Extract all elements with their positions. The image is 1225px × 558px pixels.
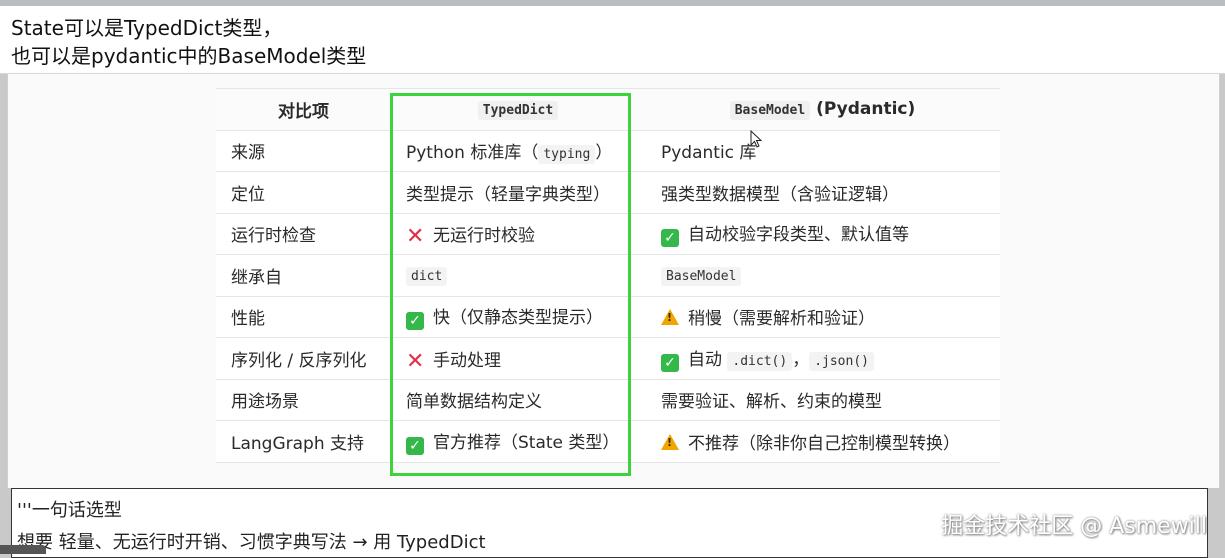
table-row: 用途场景 简单数据结构定义 需要验证、解析、约束的模型	[216, 378, 1000, 421]
cell-text: 官方推荐（State 类型）	[433, 432, 620, 453]
cell-text: 强类型数据模型（含验证逻辑）	[661, 184, 899, 205]
header-cell-item: 对比项	[216, 88, 391, 131]
cell-text: 手动处理	[433, 350, 501, 371]
basemodel-cell: Pydantic 库	[645, 129, 1000, 172]
table-row: 定位 类型提示（轻量字典类型） 强类型数据模型（含验证逻辑）	[216, 171, 1000, 214]
table-row: 来源 Python 标准库（ typing） Pydantic 库	[216, 129, 1000, 172]
cell-text: 自动	[688, 349, 722, 370]
cell-text: 需要验证、解析、约束的模型	[661, 392, 882, 413]
table-row: 运行时检查 ✕ 无运行时校验 ✓ 自动校验字段类型、默认值等	[216, 212, 1000, 255]
cell-code: typing	[538, 145, 596, 165]
cell-text: 稍慢（需要解析和验证）	[688, 309, 875, 330]
typeddict-cell: Python 标准库（ typing）	[391, 129, 645, 172]
warning-icon	[661, 309, 679, 326]
cell-text: Pydantic 库	[661, 143, 757, 164]
row-label: 序列化 / 反序列化	[216, 337, 391, 380]
cell-code: BaseModel	[661, 267, 742, 287]
basemodel-cell: 强类型数据模型（含验证逻辑）	[645, 171, 1000, 214]
table-header-row: 对比项 TypedDict BaseModel (Pydantic)	[216, 88, 1000, 131]
row-label: 性能	[216, 295, 391, 338]
typeddict-cell: 类型提示（轻量字典类型）	[391, 171, 645, 214]
mouse-cursor-icon	[750, 130, 762, 148]
table-row: 性能 ✓ 快（仅静态类型提示） 稍慢（需要解析和验证）	[216, 295, 1000, 338]
cell-text: 类型提示（轻量字典类型）	[406, 184, 610, 205]
check-icon: ✓	[661, 229, 679, 248]
comparison-table: 对比项 TypedDict BaseModel (Pydantic) 来源 Pyt…	[216, 88, 1000, 463]
header-suffix-pydantic: (Pydantic)	[810, 99, 916, 120]
header-line-1: State可以是TypedDict类型，	[11, 16, 283, 40]
check-icon: ✓	[406, 312, 424, 331]
row-label: 继承自	[216, 254, 391, 297]
cross-icon: ✕	[406, 348, 425, 374]
table-body: 来源 Python 标准库（ typing） Pydantic 库定位 类型提示（轻量字…	[216, 129, 1000, 463]
slide-header: State可以是TypedDict类型， 也可以是pydantic中的BaseM…	[0, 6, 1225, 74]
header-line-2: 也可以是pydantic中的BaseModel类型	[11, 44, 367, 68]
cell-code: dict	[406, 267, 448, 287]
row-label: 用途场景	[216, 378, 391, 421]
table-row: LangGraph 支持 ✓ 官方推荐（State 类型） 不推荐（除非你自己控制模型…	[216, 420, 1000, 463]
basemodel-cell: 需要验证、解析、约束的模型	[645, 378, 1000, 421]
cell-text: 快（仅静态类型提示）	[433, 308, 603, 329]
header-code-typeddict: TypedDict	[477, 101, 559, 121]
table-row: 序列化 / 反序列化 ✕ 手动处理 ✓ 自动 .dict()， .json()	[216, 337, 1000, 380]
header-cell-basemodel: BaseModel (Pydantic)	[645, 88, 1000, 131]
cell-text: 简单数据结构定义	[406, 392, 542, 413]
note-line-1: '''一句话选型	[17, 500, 122, 521]
basemodel-cell: BaseModel	[645, 254, 1000, 297]
corner-tab	[0, 545, 46, 554]
row-label: 来源	[216, 129, 391, 172]
row-label: 运行时检查	[216, 212, 391, 255]
cell-text-after: ）	[595, 143, 613, 164]
header-code-basemodel: BaseModel	[729, 101, 811, 121]
typeddict-cell: ✓ 快（仅静态类型提示）	[391, 295, 645, 338]
basemodel-cell: ✓ 自动校验字段类型、默认值等	[645, 212, 1000, 255]
cell-text: 不推荐（除非你自己控制模型转换）	[688, 433, 960, 454]
check-icon: ✓	[406, 436, 424, 455]
basemodel-cell: 不推荐（除非你自己控制模型转换）	[645, 420, 1000, 463]
cell-text: 自动校验字段类型、默认值等	[688, 225, 909, 246]
row-label: LangGraph 支持	[216, 420, 391, 463]
table-row: 继承自 dict BaseModel	[216, 254, 1000, 297]
typeddict-cell: ✕ 无运行时校验	[391, 212, 645, 255]
cell-text: Python 标准库（	[406, 143, 539, 164]
header-cell-typeddict: TypedDict	[391, 88, 645, 131]
warning-icon	[661, 433, 679, 450]
typeddict-cell: ✕ 手动处理	[391, 337, 645, 380]
basemodel-cell: 稍慢（需要解析和验证）	[645, 295, 1000, 338]
typeddict-cell: ✓ 官方推荐（State 类型）	[391, 420, 645, 463]
note-line-2: 想要 轻量、无运行时开销、习惯字典写法 → 用 TypedDict	[17, 532, 486, 553]
typeddict-cell: 简单数据结构定义	[391, 378, 645, 421]
cell-text: 无运行时校验	[433, 226, 535, 247]
watermark-text: 掘金技术社区 @ Asmewill	[941, 514, 1207, 539]
typeddict-cell: dict	[391, 254, 645, 297]
row-label: 定位	[216, 171, 391, 214]
basemodel-cell: ✓ 自动 .dict()， .json()	[645, 337, 1000, 380]
check-icon: ✓	[661, 353, 679, 372]
cross-icon: ✕	[406, 224, 425, 250]
cell-code: .dict()	[727, 351, 793, 371]
cell-code-2: .json()	[809, 351, 874, 371]
cell-separator: ，	[792, 349, 810, 370]
